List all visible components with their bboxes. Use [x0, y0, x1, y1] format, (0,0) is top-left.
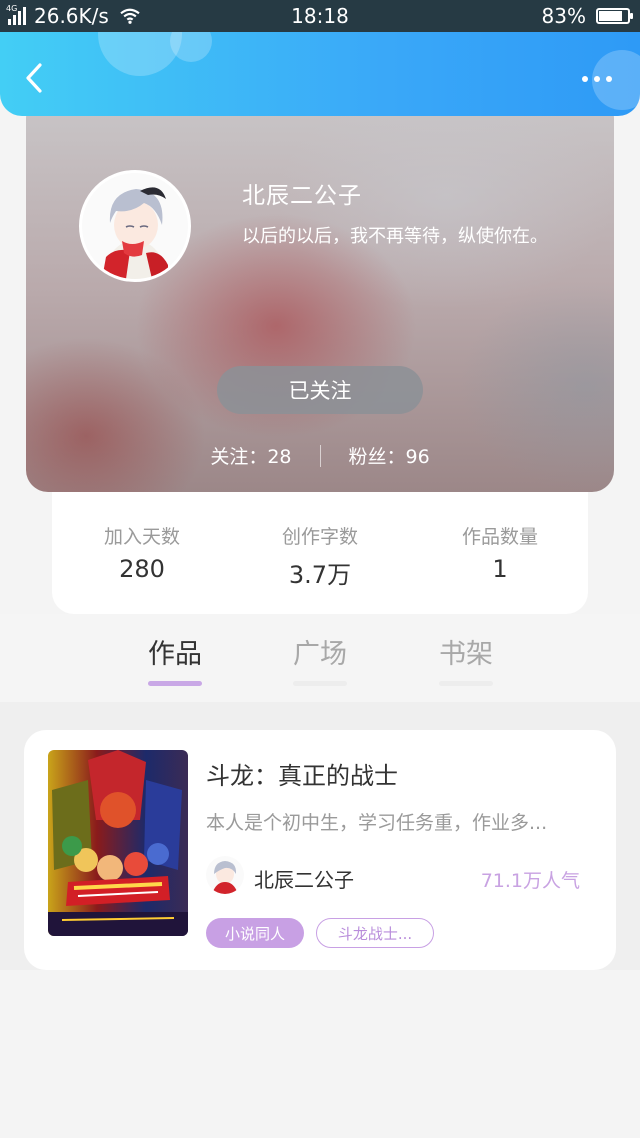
- tab-indicator: [293, 681, 347, 686]
- follow-stats: 关注：28 粉丝：96: [26, 442, 614, 469]
- tab-label: 书架: [439, 639, 493, 670]
- back-button[interactable]: [22, 62, 46, 94]
- divider: [319, 444, 321, 467]
- status-bar: 4G 26.6K/s 18:18 83%: [0, 0, 640, 32]
- battery-percent: 83%: [541, 4, 586, 28]
- work-description: 本人是个初中生，学习任务重，作业多...: [206, 812, 548, 834]
- stat-join-days: 加入天数 280: [52, 522, 232, 583]
- profile-name: 北辰二公子: [242, 183, 362, 209]
- decor-bubble: [170, 32, 212, 62]
- profile-bio: 以后的以后，我不再等待，纵使你在。: [242, 226, 548, 247]
- profile-header-card: 北辰二公子 以后的以后，我不再等待，纵使你在。 已关注 关注：28 粉丝：96: [26, 96, 614, 492]
- stat-label: 作品数量: [461, 526, 538, 548]
- nav-bar: [0, 32, 640, 116]
- tab-label: 广场: [293, 639, 347, 670]
- status-right: 83%: [541, 4, 633, 28]
- works-list: 斗龙：真正的战士 本人是个初中生，学习任务重，作业多... 北辰二公子 71.1…: [0, 702, 640, 970]
- more-dots-icon: [582, 76, 588, 82]
- stat-value: 3.7万: [288, 561, 352, 589]
- tab-bar: 作品 广场 书架: [0, 614, 640, 702]
- battery-icon: [596, 8, 633, 24]
- stat-works-count: 作品数量 1: [410, 522, 590, 583]
- tab-indicator: [148, 681, 202, 686]
- popularity-count: 71.1万人气: [480, 870, 580, 892]
- tab-bookshelf[interactable]: 书架: [406, 632, 526, 686]
- author-avatar-image: [206, 856, 244, 894]
- work-card[interactable]: 斗龙：真正的战士 本人是个初中生，学习任务重，作业多... 北辰二公子 71.1…: [24, 730, 616, 970]
- work-title[interactable]: 斗龙：真正的战士: [206, 756, 398, 791]
- fans-count[interactable]: 粉丝：96: [349, 442, 430, 469]
- following-count[interactable]: 关注：28: [210, 442, 291, 469]
- tab-label: 作品: [148, 639, 202, 670]
- avatar[interactable]: [79, 170, 191, 282]
- tag-series[interactable]: 斗龙战士...: [316, 918, 434, 948]
- avatar-image: [82, 173, 188, 279]
- tag-fanfiction[interactable]: 小说同人: [206, 918, 304, 948]
- follow-button[interactable]: 已关注: [217, 366, 423, 414]
- tab-works[interactable]: 作品: [115, 632, 235, 686]
- book-cover-image: [48, 750, 188, 936]
- more-button[interactable]: [582, 76, 612, 82]
- author-avatar[interactable]: [206, 856, 244, 894]
- stat-value: 280: [119, 555, 165, 583]
- stat-label: 创作字数: [281, 526, 358, 548]
- tab-square[interactable]: 广场: [260, 632, 380, 686]
- book-cover[interactable]: [48, 750, 188, 936]
- stat-label: 加入天数: [103, 526, 180, 548]
- tab-indicator: [439, 681, 493, 686]
- stat-value: 1: [492, 555, 508, 583]
- stat-word-count: 创作字数 3.7万: [230, 522, 410, 590]
- page-background: [0, 970, 640, 1138]
- author-name[interactable]: 北辰二公子: [254, 864, 354, 893]
- chevron-left-icon: [26, 63, 42, 93]
